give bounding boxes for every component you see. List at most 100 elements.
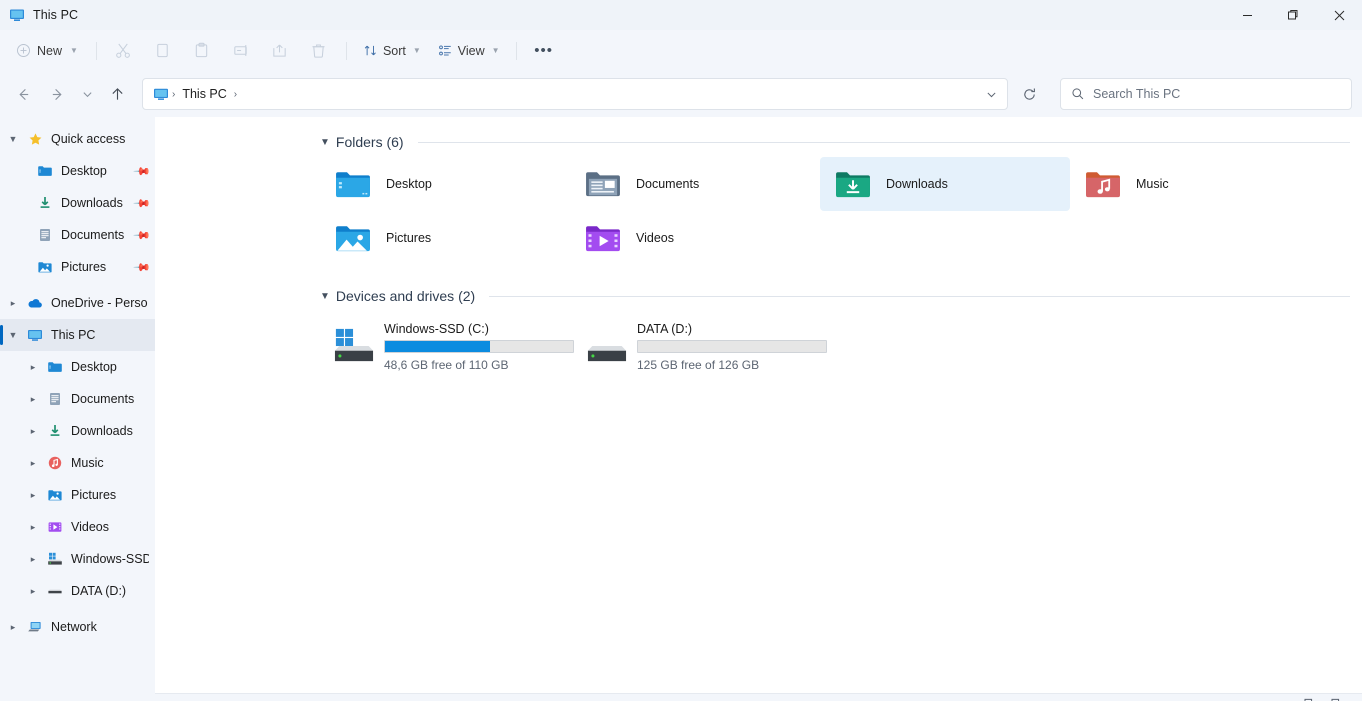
sidebar-item-this-pc[interactable]: ▼ This PC	[0, 319, 155, 351]
folder-tile-label: Desktop	[386, 177, 432, 191]
breadcrumb-this-pc[interactable]: This PC	[177, 84, 231, 104]
folder-tile-pictures[interactable]: Pictures	[320, 211, 570, 265]
downloads-folder-icon	[44, 423, 66, 439]
network-icon	[24, 619, 46, 635]
sidebar-item-documents[interactable]: ▸ Documents	[0, 383, 155, 415]
refresh-button[interactable]	[1012, 78, 1046, 110]
drives-group-header[interactable]: ▼ Devices and drives (2)	[155, 281, 1362, 311]
details-view-icon[interactable]	[1304, 690, 1321, 701]
sort-button[interactable]: Sort ▼	[355, 35, 429, 67]
chevron-down-icon[interactable]: ▼	[2, 134, 24, 144]
address-bar[interactable]: › This PC ›	[142, 78, 1008, 110]
desktop-folder-icon	[34, 163, 56, 179]
sidebar-label: Documents	[71, 392, 135, 406]
sidebar-item-quick-access[interactable]: ▼ Quick access	[0, 123, 155, 155]
drive-free-space: 125 GB free of 126 GB	[637, 358, 760, 372]
search-icon	[1071, 87, 1085, 101]
sidebar-item-pictures-qa[interactable]: ▸ Pictures 📌	[0, 251, 155, 283]
sidebar-label: Music	[71, 456, 104, 470]
chevron-down-icon[interactable]: ▼	[2, 330, 24, 340]
music-folder-icon	[44, 455, 66, 471]
command-separator-3	[515, 41, 517, 60]
sidebar-label: Documents	[61, 228, 125, 242]
chevron-right-icon[interactable]: ▸	[22, 522, 44, 533]
breadcrumb-separator: ›	[172, 88, 176, 100]
folders-group-header[interactable]: ▼ Folders (6)	[155, 127, 1362, 157]
folder-tile-music[interactable]: Music	[1070, 157, 1320, 211]
sidebar-item-downloads-qa[interactable]: ▸ Downloads 📌	[0, 187, 155, 219]
documents-folder-icon	[34, 227, 56, 243]
sidebar-item-desktop[interactable]: ▸ Desktop	[0, 351, 155, 383]
chevron-right-icon[interactable]: ▸	[2, 298, 24, 309]
breadcrumb-separator-end[interactable]: ›	[232, 89, 239, 100]
up-button[interactable]	[100, 78, 134, 110]
chevron-right-icon[interactable]: ▸	[22, 394, 44, 405]
sidebar-label: Quick access	[51, 132, 126, 146]
sidebar-item-music[interactable]: ▸ Music	[0, 447, 155, 479]
chevron-right-icon[interactable]: ▸	[2, 622, 24, 633]
sidebar-item-documents-qa[interactable]: ▸ Documents 📌	[0, 219, 155, 251]
pin-icon[interactable]: 📌	[133, 162, 152, 180]
folder-tile-downloads[interactable]: Downloads	[820, 157, 1070, 211]
paste-button[interactable]	[183, 35, 221, 67]
more-options-button[interactable]: •••	[525, 35, 563, 67]
folder-tile-videos[interactable]: Videos	[570, 211, 820, 265]
chevron-right-icon[interactable]: ▸	[22, 490, 44, 501]
maximize-button[interactable]	[1270, 0, 1316, 30]
rename-button[interactable]	[222, 35, 260, 67]
copy-button[interactable]	[144, 35, 182, 67]
pin-icon[interactable]: 📌	[133, 226, 152, 244]
sidebar-item-videos[interactable]: ▸ Videos	[0, 511, 155, 543]
view-button[interactable]: View ▼	[430, 35, 508, 67]
back-button[interactable]	[6, 78, 40, 110]
search-input[interactable]: Search This PC	[1093, 87, 1180, 101]
share-button[interactable]	[261, 35, 299, 67]
content-pane[interactable]: ▼ Folders (6) Desktop Documents Download…	[155, 117, 1362, 701]
recent-locations-button[interactable]	[74, 78, 100, 110]
drives-group-title: Devices and drives (2)	[335, 288, 476, 304]
sidebar-item-data-drive[interactable]: ▸ DATA (D:)	[0, 575, 155, 607]
sidebar-item-network[interactable]: ▸ Network	[0, 611, 155, 643]
address-row: › This PC › Search This PC	[0, 71, 1362, 117]
navigation-pane[interactable]: ▼ Quick access ▸ Desktop 📌	[0, 117, 155, 701]
chevron-right-icon[interactable]: ▸	[22, 362, 44, 373]
sidebar-item-desktop-qa[interactable]: ▸ Desktop 📌	[0, 155, 155, 187]
plus-circle-icon	[16, 43, 31, 58]
pictures-folder-icon	[334, 222, 372, 254]
twisty-placeholder: ▸	[12, 262, 34, 273]
new-button-label: New	[37, 43, 63, 58]
folder-tile-documents[interactable]: Documents	[570, 157, 820, 211]
cut-button[interactable]	[105, 35, 143, 67]
sidebar-item-windows-ssd[interactable]: ▸ Windows-SSD ((	[0, 543, 155, 575]
drive-tile-windows-ssd[interactable]: Windows-SSD (C:) 48,6 GB free of 110 GB	[320, 315, 574, 377]
close-button[interactable]	[1316, 0, 1362, 30]
address-dropdown-button[interactable]	[977, 80, 1005, 108]
pin-icon[interactable]: 📌	[133, 194, 152, 212]
delete-button[interactable]	[300, 35, 338, 67]
chevron-right-icon[interactable]: ▸	[22, 586, 44, 597]
title-bar-left: This PC	[9, 7, 78, 23]
chevron-down-icon: ▼	[491, 46, 500, 55]
command-separator-1	[95, 41, 97, 60]
pictures-folder-icon	[34, 259, 56, 275]
chevron-down-icon[interactable]: ▼	[320, 291, 330, 302]
sidebar-item-onedrive[interactable]: ▸ OneDrive - Perso	[0, 287, 155, 319]
minimize-button[interactable]	[1224, 0, 1270, 30]
drive-usage-fill	[385, 341, 491, 352]
pin-icon[interactable]: 📌	[133, 258, 152, 276]
new-button[interactable]: New ▼	[8, 36, 88, 66]
sidebar-label: This PC	[51, 328, 96, 342]
large-icons-view-icon[interactable]	[1331, 690, 1348, 701]
search-box[interactable]: Search This PC	[1060, 78, 1352, 110]
chevron-right-icon[interactable]: ▸	[22, 426, 44, 437]
sidebar-item-downloads[interactable]: ▸ Downloads	[0, 415, 155, 447]
folder-tile-desktop[interactable]: Desktop	[320, 157, 570, 211]
chevron-right-icon[interactable]: ▸	[22, 458, 44, 469]
chevron-right-icon[interactable]: ▸	[22, 554, 44, 565]
sidebar-label: Desktop	[71, 360, 117, 374]
videos-folder-icon	[584, 222, 622, 254]
forward-button[interactable]	[40, 78, 74, 110]
drive-tile-data[interactable]: DATA (D:) 125 GB free of 126 GB	[573, 315, 827, 377]
chevron-down-icon[interactable]: ▼	[320, 137, 330, 148]
sidebar-item-pictures[interactable]: ▸ Pictures	[0, 479, 155, 511]
